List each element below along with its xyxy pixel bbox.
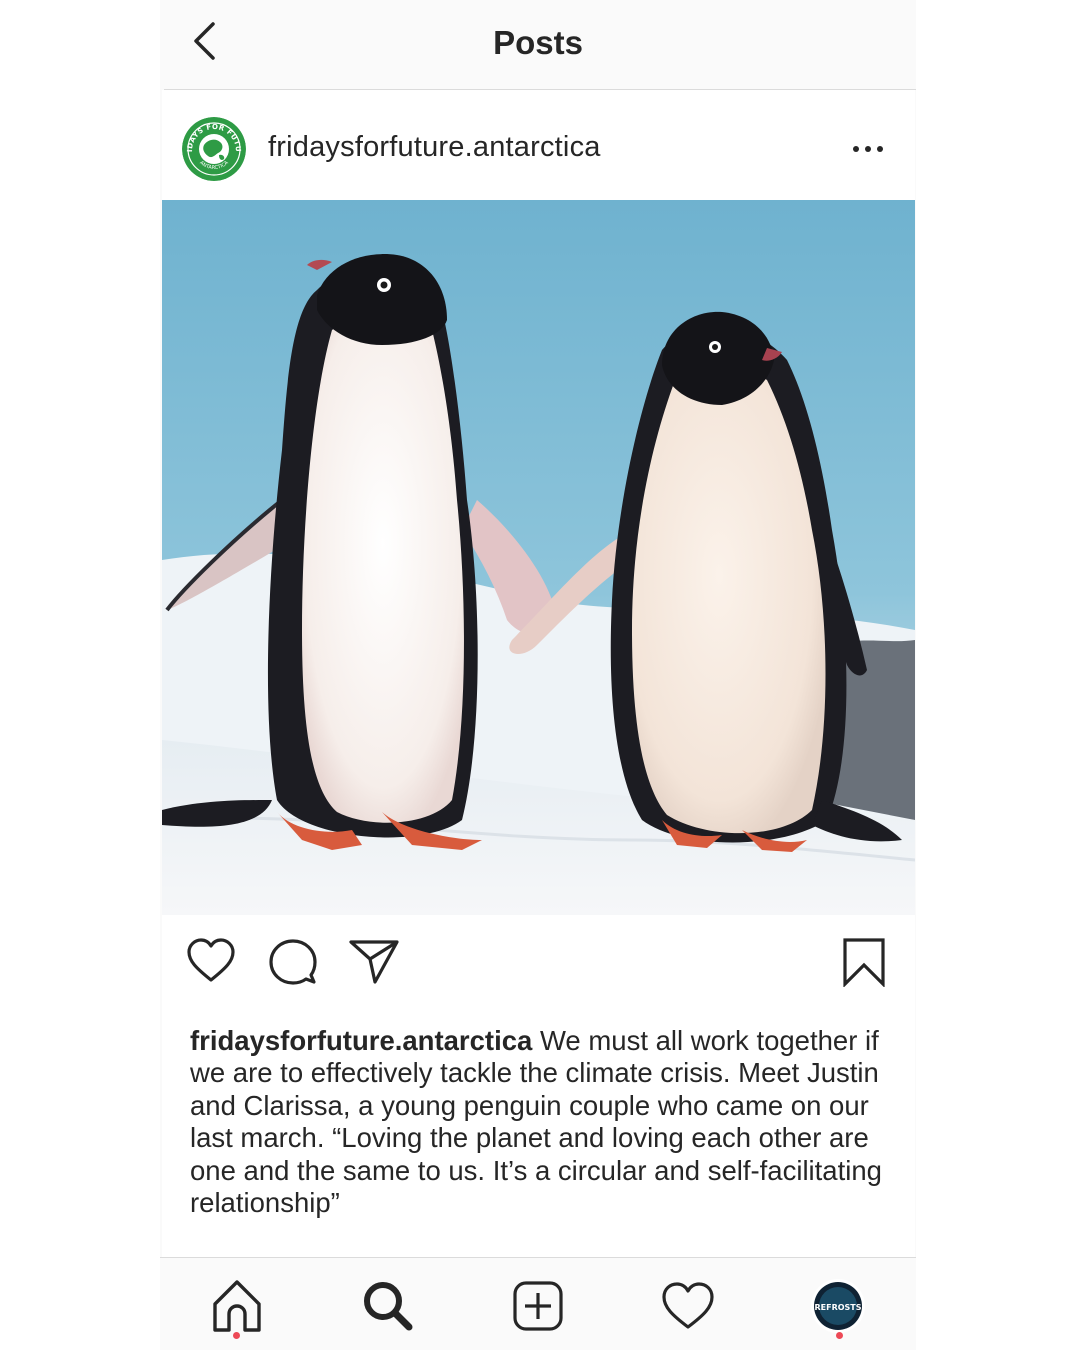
tab-profile[interactable]: REFROSTS <box>810 1278 866 1334</box>
margin-notch <box>1048 1054 1080 1090</box>
share-icon <box>349 940 399 984</box>
post-actions <box>162 915 915 1015</box>
notification-dot <box>233 1332 240 1339</box>
home-icon <box>213 1280 261 1332</box>
share-button[interactable] <box>348 937 400 987</box>
left-margin <box>0 0 160 1350</box>
bottom-tab-bar: REFROSTS <box>160 1258 916 1350</box>
post-username[interactable]: fridaysforfuture.antarctica <box>268 131 601 164</box>
penguins-photo <box>162 200 915 915</box>
right-margin <box>916 0 1080 1350</box>
comment-button[interactable] <box>268 937 318 987</box>
like-button[interactable] <box>186 937 236 987</box>
post-image[interactable] <box>162 200 915 915</box>
more-options-button[interactable] <box>850 132 890 166</box>
search-icon <box>364 1282 413 1331</box>
add-post-icon <box>513 1281 563 1331</box>
fridays-for-future-logo: FRIDAYS FOR FUTURE ANTARCTICA <box>182 117 246 181</box>
svg-text:REFROSTS: REFROSTS <box>814 1303 861 1312</box>
comment-icon <box>269 939 317 985</box>
heart-icon <box>187 938 235 982</box>
page-title: Posts <box>493 24 583 61</box>
caption-username[interactable]: fridaysforfuture.antarctica <box>190 1025 532 1056</box>
avatar[interactable]: FRIDAYS FOR FUTURE ANTARCTICA <box>182 117 246 181</box>
activity-heart-icon <box>662 1282 714 1329</box>
bookmark-icon <box>843 938 885 988</box>
tab-home[interactable] <box>207 1276 267 1336</box>
save-button[interactable] <box>842 937 886 988</box>
tab-new-post[interactable] <box>508 1276 568 1336</box>
tab-activity[interactable] <box>658 1276 718 1336</box>
tab-search[interactable] <box>357 1276 417 1336</box>
post-caption: fridaysforfuture.antarctica We must all … <box>190 1025 890 1219</box>
app-screen: Posts FRIDAYS FOR FUTURE <box>160 0 916 1350</box>
post-header: FRIDAYS FOR FUTURE ANTARCTICA fridaysfor… <box>162 90 915 200</box>
more-icon <box>853 146 883 152</box>
top-nav-bar: Posts <box>160 0 916 89</box>
post-card: FRIDAYS FOR FUTURE ANTARCTICA fridaysfor… <box>162 90 915 1257</box>
profile-avatar: REFROSTS <box>811 1279 865 1333</box>
notification-dot <box>836 1332 843 1339</box>
